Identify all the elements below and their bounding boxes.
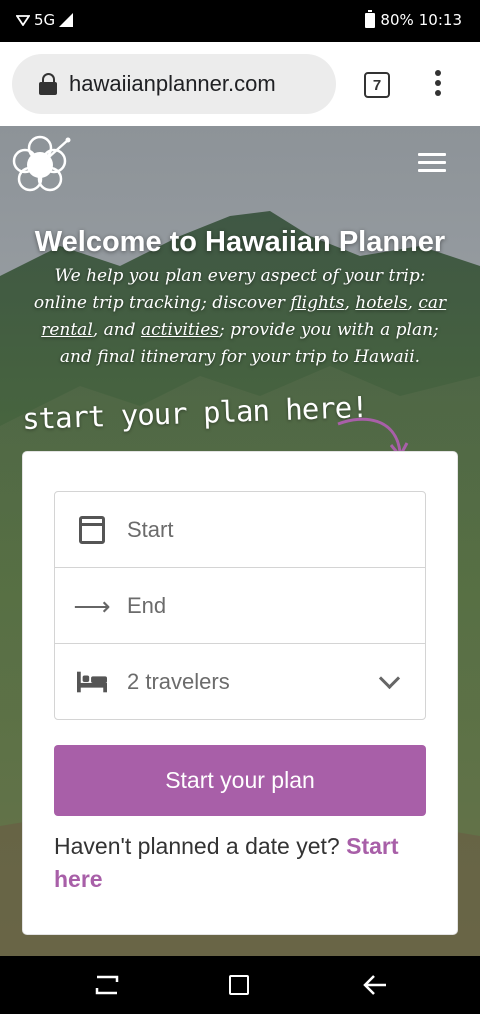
trip-form-card: Start ⟶ End 2 travelers Start your plan … (23, 452, 457, 934)
bed-icon (77, 671, 107, 692)
browser-toolbar: hawaiianplanner.com 7 (0, 42, 480, 126)
hamburger-menu-icon[interactable] (418, 153, 446, 173)
hero-description: We help you plan every aspect of your tr… (33, 266, 447, 367)
link-activities[interactable]: activities (141, 320, 219, 340)
travelers-value: 2 travelers (127, 668, 230, 694)
back-icon[interactable] (362, 973, 388, 997)
start-date-field[interactable]: Start (55, 492, 425, 568)
battery-percent: 80% (380, 11, 414, 29)
start-plan-button[interactable]: Start your plan (54, 745, 426, 816)
link-flights[interactable]: flights (290, 293, 344, 313)
home-icon[interactable] (229, 975, 249, 995)
page-title: Welcome to Hawaiian Planner (34, 226, 446, 258)
vpn-icon (16, 15, 30, 26)
start-date-placeholder: Start (127, 516, 174, 542)
recents-icon[interactable] (95, 974, 119, 996)
battery-icon (365, 9, 376, 28)
lock-icon (39, 73, 57, 95)
url-text: hawaiianplanner.com (69, 71, 276, 96)
network-type: 5G (34, 11, 56, 29)
clock: 10:13 (418, 11, 462, 29)
hero-section: Welcome to Hawaiian Planner We help you … (0, 126, 480, 956)
right-arrow-icon: ⟶ (73, 590, 111, 621)
address-bar[interactable]: hawaiianplanner.com (12, 54, 336, 114)
tab-count: 7 (372, 76, 382, 94)
link-hotels[interactable]: hotels (355, 293, 407, 313)
status-bar: 5G 80% 10:13 (0, 0, 480, 42)
system-nav-bar (0, 956, 480, 1014)
signal-icon (59, 13, 74, 27)
end-date-field[interactable]: ⟶ End (55, 568, 425, 644)
chevron-down-icon (378, 667, 401, 690)
tabs-button[interactable]: 7 (364, 72, 390, 98)
end-date-placeholder: End (127, 592, 167, 618)
calendar-icon (79, 515, 105, 544)
browser-menu-icon[interactable] (431, 70, 445, 100)
no-date-prompt: Haven't planned a date yet? Start here (54, 833, 399, 892)
hibiscus-logo-icon (12, 135, 71, 192)
travelers-select[interactable]: 2 travelers (55, 644, 425, 719)
date-travelers-group: Start ⟶ End 2 travelers (54, 491, 426, 720)
